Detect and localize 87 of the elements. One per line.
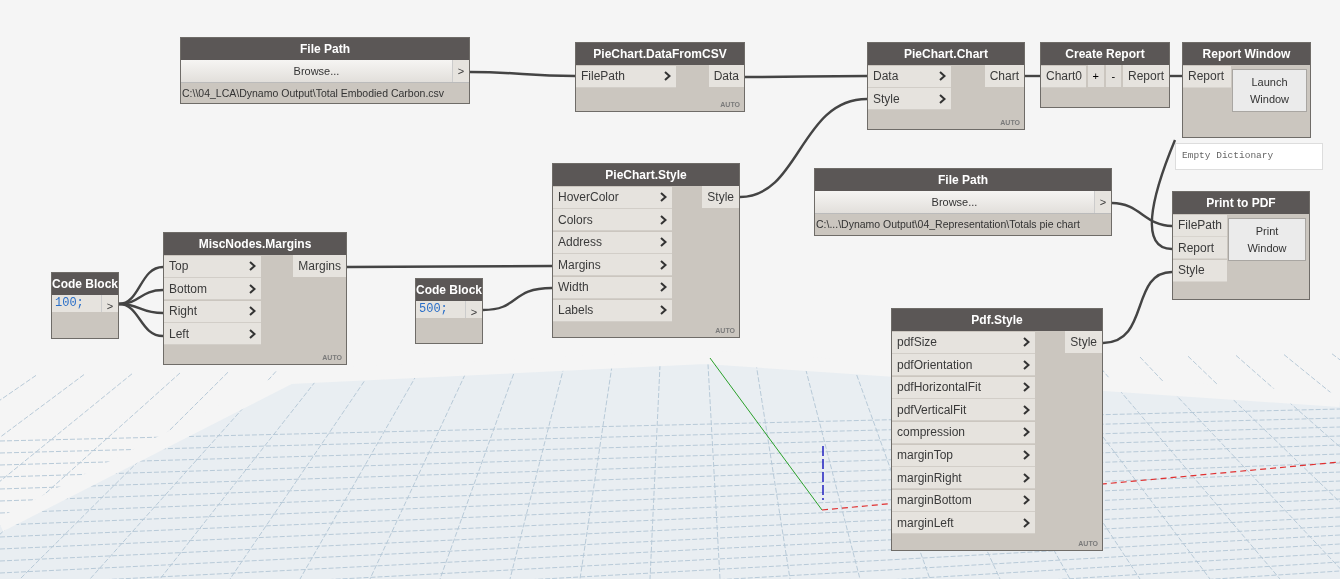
input-port[interactable]: Report (1173, 237, 1227, 260)
node-title: MiscNodes.Margins (164, 233, 346, 255)
node-title: Code Block (52, 273, 118, 295)
input-port[interactable]: pdfOrientation (892, 354, 1035, 377)
node-card[interactable]: Code Block 100; > (51, 272, 119, 339)
input-port[interactable]: Report (1183, 65, 1231, 88)
input-port[interactable]: pdfSize (892, 331, 1035, 354)
chevron-icon (1023, 404, 1030, 415)
add-input-button[interactable]: + (1088, 65, 1104, 87)
chevron-icon (660, 282, 667, 293)
input-port[interactable]: Margins (553, 254, 672, 277)
output-port[interactable]: Margins (293, 255, 346, 277)
input-port[interactable]: Style (868, 88, 951, 111)
input-port[interactable]: marginBottom (892, 489, 1035, 512)
chevron-icon (660, 214, 667, 225)
node-card[interactable]: Print to PDF FilePath Report Style Print Window (1172, 191, 1310, 300)
input-port[interactable]: HoverColor (553, 186, 672, 209)
chevron-icon (660, 305, 667, 316)
node-title: Create Report (1041, 43, 1169, 65)
chevron-icon (1023, 450, 1030, 461)
window-button[interactable]: Launch Window (1232, 69, 1307, 112)
input-port[interactable]: FilePath (1173, 214, 1227, 237)
preview-bubble: Empty Dictionary (1175, 143, 1323, 170)
input-port[interactable]: Address (553, 231, 672, 254)
node-title: PieChart.DataFromCSV (576, 43, 744, 65)
window-button[interactable]: Print Window (1228, 218, 1306, 261)
node-title: PieChart.Chart (868, 43, 1024, 65)
node-card[interactable]: File Path Browse... > C:\...\Dynamo Output\04_Representation\Totals pie chart (814, 168, 1112, 236)
input-port[interactable]: Data (868, 65, 951, 88)
file-path-text: C:\...\Dynamo Output\04_Representation\Totals pie chart (815, 217, 1081, 232)
input-port[interactable]: Bottom (164, 278, 261, 301)
chevron-icon (1023, 495, 1030, 506)
output-port[interactable]: > (1094, 191, 1111, 213)
input-port[interactable]: Right (164, 300, 261, 323)
chevron-icon (664, 71, 671, 82)
chevron-icon (939, 71, 946, 82)
input-port[interactable]: Top (164, 255, 261, 278)
node-card[interactable]: Code Block 500; > (415, 278, 483, 344)
input-port[interactable]: Width (553, 276, 672, 299)
input-port[interactable]: pdfVerticalFit (892, 399, 1035, 422)
chevron-icon (1023, 382, 1030, 393)
chevron-icon (249, 283, 256, 294)
input-port[interactable]: pdfHorizontalFit (892, 376, 1035, 399)
node-title: Pdf.Style (892, 309, 1102, 331)
input-port[interactable]: Chart0 (1041, 65, 1087, 88)
input-port[interactable]: marginRight (892, 467, 1035, 490)
chevron-icon (249, 306, 256, 317)
file-path-text: C:\\04_LCA\Dynamo Output\Total Embodied Carbon.csv (181, 86, 446, 101)
chevron-icon (1023, 427, 1030, 438)
input-port[interactable]: Left (164, 323, 261, 346)
output-port[interactable]: Report (1122, 65, 1169, 87)
code-text[interactable]: 100; (52, 295, 101, 312)
node-card[interactable]: Create Report Chart0 + - Report (1040, 42, 1170, 108)
output-port[interactable]: Style (1065, 331, 1102, 353)
chevron-icon (1023, 337, 1030, 348)
node-card[interactable]: File Path Browse... > C:\\04_LCA\Dynamo Output\Total Embodied Carbon.csv (180, 37, 470, 104)
chevron-icon (660, 259, 667, 270)
browse-button[interactable]: Browse... (181, 60, 452, 82)
browse-button[interactable]: Browse... (815, 191, 1094, 213)
node-title: Print to PDF (1173, 192, 1309, 214)
input-port[interactable]: compression (892, 421, 1035, 444)
input-port[interactable]: marginTop (892, 444, 1035, 467)
chevron-icon (249, 261, 256, 272)
node-title: File Path (815, 169, 1111, 191)
node-title: File Path (181, 38, 469, 60)
chevron-icon (249, 328, 256, 339)
wire (482, 286, 553, 312)
output-port[interactable]: > (452, 60, 469, 82)
output-port[interactable]: Chart (984, 65, 1024, 87)
input-port[interactable]: Style (1173, 259, 1227, 282)
remove-input-button[interactable]: - (1105, 65, 1121, 87)
input-port[interactable]: Colors (553, 209, 672, 232)
node-title: Code Block (416, 279, 482, 301)
output-port[interactable]: Style (702, 186, 739, 208)
chevron-icon (1023, 359, 1030, 370)
chevron-icon (939, 93, 946, 104)
input-port[interactable]: Labels (553, 299, 672, 322)
output-port[interactable]: Data (708, 65, 744, 87)
chevron-icon (660, 192, 667, 203)
chevron-icon (1023, 472, 1030, 483)
input-port[interactable]: marginLeft (892, 512, 1035, 535)
chevron-icon (1023, 517, 1030, 528)
node-title: Report Window (1183, 43, 1310, 65)
code-text[interactable]: 500; (416, 301, 465, 318)
node-title: PieChart.Style (553, 164, 739, 186)
chevron-icon (660, 237, 667, 248)
input-port[interactable]: FilePath (576, 65, 676, 88)
